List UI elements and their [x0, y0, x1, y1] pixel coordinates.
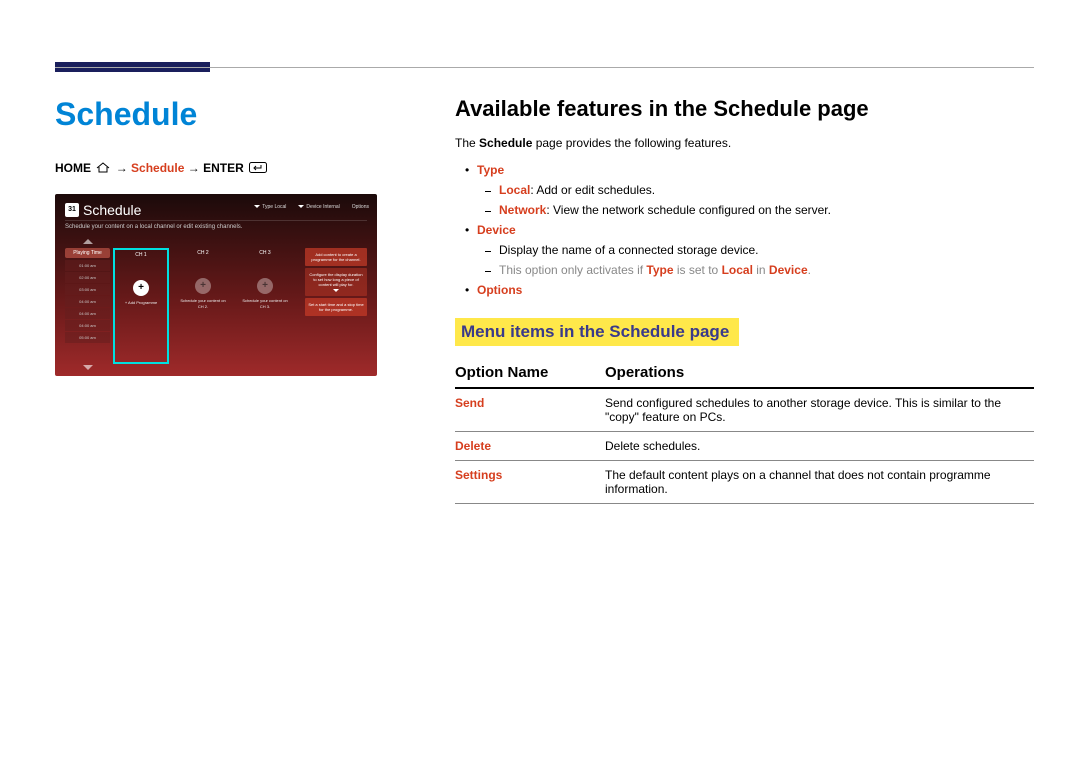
- breadcrumb-arrow2: →: [188, 161, 203, 175]
- time-slot: 04:00 am: [65, 320, 110, 331]
- panel-item-b: Configure the display duration to set ho…: [305, 268, 367, 296]
- feature-type: Type: [477, 163, 504, 177]
- chevron-down-icon: [333, 289, 339, 292]
- table-row: Send Send configured schedules to anothe…: [455, 388, 1034, 432]
- opt-settings: Settings: [455, 461, 605, 504]
- chevron-up-icon[interactable]: [83, 239, 93, 244]
- ch3-header: CH 3: [237, 248, 293, 258]
- chevron-down-icon[interactable]: [83, 365, 93, 370]
- channel-2[interactable]: CH 2 + Schedule your content on CH 2.: [175, 248, 231, 364]
- opt-send-desc: Send configured schedules to another sto…: [605, 388, 1034, 432]
- th-operations: Operations: [605, 358, 1034, 388]
- feature-local: Local: [499, 183, 530, 197]
- feature-options: Options: [477, 283, 522, 297]
- schedule-screenshot: 31 Schedule Type Local Device Internal O…: [55, 194, 377, 376]
- ss-header: 31 Schedule: [65, 202, 141, 218]
- opt-send: Send: [455, 388, 605, 432]
- feature-network: Network: [499, 203, 546, 217]
- ss-device[interactable]: Device Internal: [298, 204, 339, 210]
- opt-delete-desc: Delete schedules.: [605, 432, 1034, 461]
- ss-options[interactable]: Options: [352, 204, 369, 210]
- left-column: Schedule HOME → Schedule → ENTER 31 Sche…: [55, 96, 390, 376]
- ss-subtitle: Schedule your content on a local channel…: [65, 224, 242, 230]
- time-slot: 04:00 am: [65, 296, 110, 307]
- channel-3[interactable]: CH 3 + Schedule your content on CH 3.: [237, 248, 293, 364]
- time-slot: 03:00 am: [65, 284, 110, 295]
- intro-text: The Schedule page provides the following…: [455, 136, 1034, 150]
- section-heading: Available features in the Schedule page: [455, 96, 1034, 122]
- breadcrumb-home: HOME: [55, 161, 91, 175]
- plus-icon[interactable]: +: [195, 278, 211, 294]
- ss-right-panel: Add content to create a programme for th…: [305, 248, 367, 316]
- add-programme-label: + Add Programme: [115, 300, 167, 306]
- time-slot: 01:00 am: [65, 260, 110, 271]
- ch1-header: CH 1: [115, 250, 167, 260]
- ch3-label: Schedule your content on CH 3.: [237, 298, 293, 310]
- ss-type[interactable]: Type Local: [254, 204, 286, 210]
- page-title: Schedule: [55, 96, 390, 133]
- breadcrumb-enter: ENTER: [203, 161, 244, 175]
- breadcrumb-arrow1: →: [116, 161, 131, 175]
- ss-title: Schedule: [83, 202, 141, 218]
- table-row: Settings The default content plays on a …: [455, 461, 1034, 504]
- table-row: Delete Delete schedules.: [455, 432, 1034, 461]
- feature-list: Type Local: Add or edit schedules. Netwo…: [455, 160, 1034, 300]
- menu-table: Option Name Operations Send Send configu…: [455, 358, 1034, 504]
- enter-icon: [249, 162, 267, 176]
- playing-time-header: Playing Time: [65, 248, 110, 258]
- breadcrumb: HOME → Schedule → ENTER: [55, 161, 390, 176]
- opt-settings-desc: The default content plays on a channel t…: [605, 461, 1034, 504]
- th-option-name: Option Name: [455, 358, 605, 388]
- ss-time-column: Playing Time 01:00 am 02:00 am 03:00 am …: [65, 248, 110, 344]
- time-slot: 04:00 am: [65, 308, 110, 319]
- device-line: Display the name of a connected storage …: [499, 243, 759, 257]
- right-column: Available features in the Schedule page …: [455, 96, 1034, 504]
- channel-1[interactable]: CH 1 + + Add Programme: [113, 248, 169, 364]
- time-slot: 05:00 am: [65, 332, 110, 343]
- header-divider: [55, 67, 1034, 68]
- breadcrumb-schedule: Schedule: [131, 161, 184, 175]
- panel-item-a: Add content to create a programme for th…: [305, 248, 367, 266]
- home-icon: [96, 162, 110, 176]
- panel-item-c: Set a start time and a stop time for the…: [305, 298, 367, 316]
- time-slot: 02:00 am: [65, 272, 110, 283]
- ch2-label: Schedule your content on CH 2.: [175, 298, 231, 310]
- plus-icon[interactable]: +: [257, 278, 273, 294]
- ss-top-right: Type Local Device Internal Options: [254, 204, 369, 210]
- feature-device: Device: [477, 223, 516, 237]
- menu-subheading: Menu items in the Schedule page: [455, 318, 739, 346]
- plus-icon[interactable]: +: [133, 280, 149, 296]
- calendar-icon: 31: [65, 203, 79, 217]
- ch2-header: CH 2: [175, 248, 231, 258]
- opt-delete: Delete: [455, 432, 605, 461]
- device-note: This option only activates if Type is se…: [455, 260, 1034, 280]
